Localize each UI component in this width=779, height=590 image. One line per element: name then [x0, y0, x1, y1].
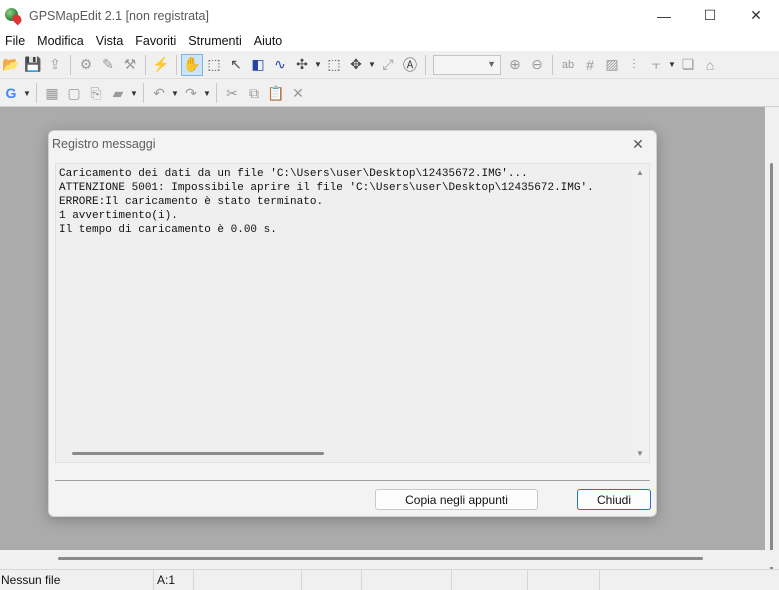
- secondary-toolbar: G ▼ ▦ ▢ ⎘ ▰ ▼ ↶ ▼ ↷ ▼ ✂ ⧉ 📋 ✕: [0, 80, 779, 107]
- zoom-in-icon[interactable]: ⊕: [504, 54, 526, 76]
- move-icon[interactable]: ✥: [345, 54, 367, 76]
- copy-icon[interactable]: ⧉: [243, 82, 265, 104]
- undo-dropdown-icon[interactable]: ▼: [170, 89, 180, 98]
- layers-icon[interactable]: ❏: [677, 54, 699, 76]
- google-icon[interactable]: G: [0, 82, 22, 104]
- close-button[interactable]: Chiudi: [577, 489, 651, 510]
- text-label-icon[interactable]: Ⓐ: [399, 54, 421, 76]
- house-icon[interactable]: ⌂: [699, 54, 721, 76]
- edit-nodes-icon[interactable]: ✣: [291, 54, 313, 76]
- labels-icon[interactable]: ab: [557, 54, 579, 76]
- scale-combo[interactable]: ▼: [433, 54, 501, 75]
- log-horizontal-scrollbar[interactable]: [56, 445, 632, 462]
- folder-icon[interactable]: ▰: [107, 82, 129, 104]
- paste-icon[interactable]: 📋: [265, 82, 287, 104]
- status-zoom: A:1: [154, 569, 194, 590]
- undo-icon[interactable]: ↶: [148, 82, 170, 104]
- google-dropdown-icon[interactable]: ▼: [22, 89, 32, 98]
- workspace-vertical-scrollbar[interactable]: [765, 107, 779, 590]
- polyline-icon[interactable]: ∿: [269, 54, 291, 76]
- maximize-button[interactable]: ☐: [687, 0, 733, 31]
- status-file: Nessun file: [0, 569, 154, 590]
- properties-icon[interactable]: ⚙: [75, 54, 97, 76]
- save-icon[interactable]: 💾: [22, 54, 44, 76]
- menu-file[interactable]: File: [0, 34, 31, 48]
- window-controls: — ☐ ✕: [641, 0, 779, 31]
- dialog-title: Registro messaggi: [52, 137, 156, 151]
- scroll-up-icon[interactable]: ▲: [636, 168, 644, 177]
- delete-icon[interactable]: ✕: [287, 82, 309, 104]
- export-icon[interactable]: ⇪: [44, 54, 66, 76]
- menu-aiuto[interactable]: Aiuto: [248, 34, 289, 48]
- zoom-rect-icon[interactable]: ⬚: [203, 54, 225, 76]
- menu-favoriti[interactable]: Favoriti: [129, 34, 182, 48]
- join-icon[interactable]: ⫟: [645, 54, 667, 76]
- image-icon[interactable]: ▢: [63, 82, 85, 104]
- select-area-icon[interactable]: ⬚: [323, 54, 345, 76]
- join-dropdown-icon[interactable]: ▼: [667, 60, 677, 69]
- message-log-textbox[interactable]: Caricamento dei dati da un file 'C:\User…: [55, 163, 650, 463]
- chevron-down-icon: ▼: [487, 58, 496, 69]
- menu-modifica[interactable]: Modifica: [31, 34, 90, 48]
- app-logo-icon: [5, 7, 24, 25]
- message-log-dialog: Registro messaggi ✕ Caricamento dei dati…: [48, 130, 657, 517]
- dialog-divider: [55, 480, 650, 481]
- log-vertical-scrollbar[interactable]: ▲ ▼: [632, 164, 649, 462]
- attach-icon[interactable]: ⎘: [85, 82, 107, 104]
- menu-bar: File Modifica Vista Favoriti Strumenti A…: [0, 31, 779, 51]
- main-toolbar: 📂 💾 ⇪ ⚙ ✎ ⚒ ⚡ ✋ ⬚ ↖ ◧ ∿ ✣ ▼ ⬚ ✥ ▼ ⤢ Ⓐ ▼ …: [0, 51, 779, 79]
- open-folder-icon[interactable]: 📂: [0, 54, 22, 76]
- raster-icon[interactable]: ▦: [41, 82, 63, 104]
- cut-icon[interactable]: ✂: [221, 82, 243, 104]
- copy-to-clipboard-button[interactable]: Copia negli appunti: [375, 489, 538, 510]
- menu-strumenti[interactable]: Strumenti: [182, 34, 248, 48]
- track-icon[interactable]: ⚡: [150, 54, 172, 76]
- split-icon[interactable]: ⫶: [623, 54, 645, 76]
- workspace-horizontal-scrollbar[interactable]: [0, 550, 765, 567]
- edit-nodes-dropdown-icon[interactable]: ▼: [313, 60, 323, 69]
- redo-icon[interactable]: ↷: [180, 82, 202, 104]
- close-window-button[interactable]: ✕: [733, 0, 779, 31]
- move-dropdown-icon[interactable]: ▼: [367, 60, 377, 69]
- edit-properties-icon[interactable]: ✎: [97, 54, 119, 76]
- folder-dropdown-icon[interactable]: ▼: [129, 89, 139, 98]
- fill-icon[interactable]: ▨: [601, 54, 623, 76]
- log-text: Caricamento dei dati da un file 'C:\User…: [59, 168, 594, 236]
- hand-pan-icon[interactable]: ✋: [181, 53, 203, 76]
- measure-icon[interactable]: ⤢: [377, 54, 399, 76]
- minimize-button[interactable]: —: [641, 0, 687, 31]
- redo-dropdown-icon[interactable]: ▼: [202, 89, 212, 98]
- select-arrow-icon[interactable]: ↖: [225, 54, 247, 76]
- grid-icon[interactable]: #: [579, 54, 601, 76]
- dialog-close-icon[interactable]: ✕: [626, 133, 650, 155]
- scroll-down-icon[interactable]: ▼: [636, 449, 644, 458]
- tools-icon[interactable]: ⚒: [119, 54, 141, 76]
- zoom-out-icon[interactable]: ⊖: [526, 54, 548, 76]
- title-bar: GPSMapEdit 2.1 [non registrata] — ☐ ✕: [0, 0, 779, 31]
- select-object-icon[interactable]: ◧: [247, 54, 269, 76]
- menu-vista[interactable]: Vista: [90, 34, 130, 48]
- window-title: GPSMapEdit 2.1 [non registrata]: [29, 8, 209, 23]
- status-bar: Nessun file A:1: [0, 569, 779, 590]
